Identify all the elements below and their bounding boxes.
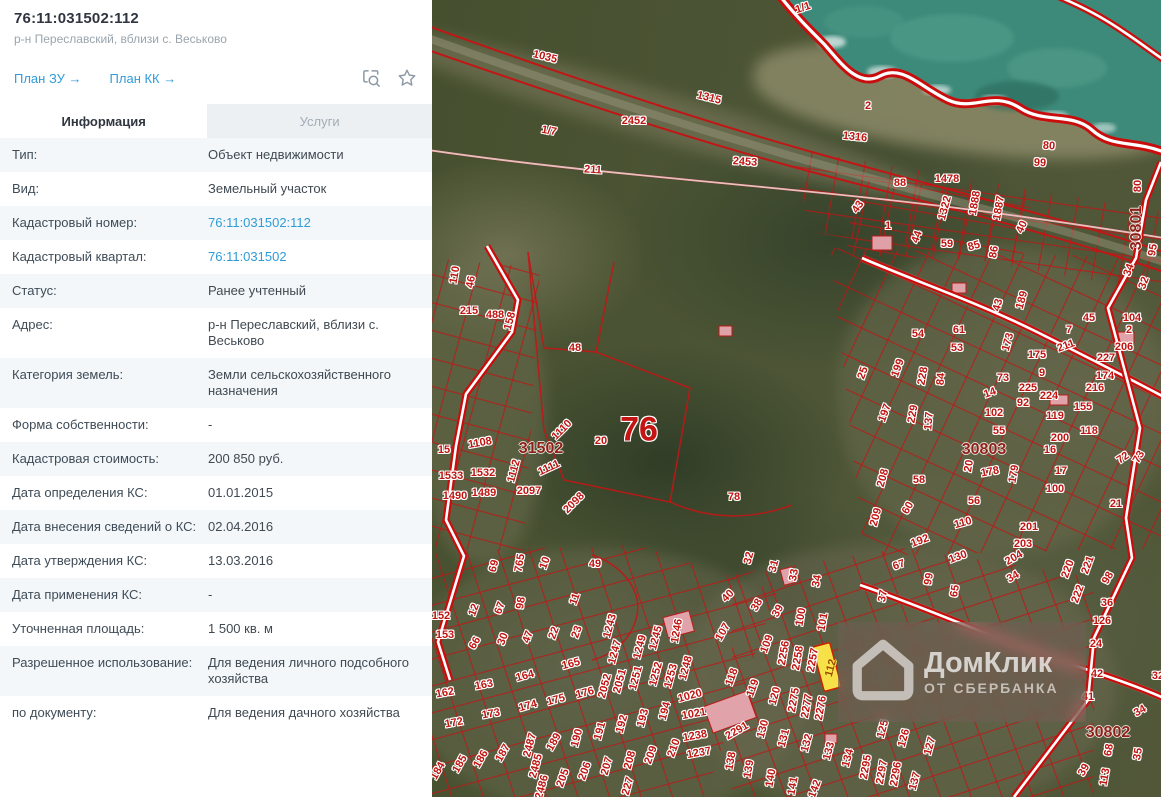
info-row: Кадастровая стоимость: 200 850 руб.	[0, 442, 432, 476]
info-row-label: Форма собственности:	[12, 417, 149, 432]
info-row-label: Тип:	[12, 147, 38, 162]
info-row-label: Категория земель:	[12, 367, 124, 382]
info-row: Тип: Объект недвижимости	[0, 138, 432, 172]
info-row: Дата определения КС: 01.01.2015	[0, 476, 432, 510]
info-row-value-link[interactable]: 76:11:031502	[208, 249, 420, 265]
info-row: Адрес: р-н Переславский, вблизи с. Весько…	[0, 308, 432, 358]
preview-zoom-icon[interactable]	[360, 67, 382, 89]
info-row-value: -	[208, 587, 213, 602]
info-table: Тип: Объект недвижимости Вид: Земельный уча…	[0, 138, 432, 730]
info-row-label: Разрешенное использование:	[12, 655, 193, 670]
info-row-label: Дата применения КС:	[12, 587, 143, 602]
info-row-label: Вид:	[12, 181, 40, 196]
panel-header: 76:11:031502:112 р-н Переславский, вблиз…	[0, 0, 432, 46]
info-row-value: 1 500 кв. м	[208, 621, 273, 636]
info-row: Форма собственности: -	[0, 408, 432, 442]
domclick-logo-icon	[850, 637, 916, 708]
tab-information[interactable]: Информация	[0, 104, 208, 138]
info-row-value: 02.04.2016	[208, 519, 274, 534]
info-row-value: р-н Переславский, вблизи с. Веськово	[208, 317, 379, 348]
info-row-value: Для ведения дачного хозяйства	[208, 705, 400, 720]
info-row-label: Статус:	[12, 283, 57, 298]
info-row: Дата применения КС: -	[0, 578, 432, 612]
info-row-value: Земли сельскохозяйственного назначения	[208, 367, 391, 398]
info-row: Кадастровый квартал: 76:11:031502	[0, 240, 432, 274]
info-row: Дата утверждения КС: 13.03.2016	[0, 544, 432, 578]
plan-zu-link[interactable]: План ЗУ →	[14, 71, 82, 86]
info-row: по документу: Для ведения дачного хозяйст…	[0, 696, 432, 730]
info-row-value: Для ведения личного подсобного хозяйства	[208, 655, 409, 686]
panel-icons	[360, 67, 418, 89]
page-subtitle: р-н Переславский, вблизи с. Веськово	[14, 32, 227, 46]
info-row-label: Кадастровая стоимость:	[12, 451, 159, 466]
info-row-value: -	[208, 417, 213, 432]
info-row-label: Кадастровый квартал:	[12, 249, 147, 264]
info-row-label: Адрес:	[12, 317, 53, 332]
info-panel: 76:11:031502:112 р-н Переславский, вблиз…	[0, 0, 432, 797]
tab-bar: Информация Услуги	[0, 104, 432, 138]
info-row: Статус: Ранее учтенный	[0, 274, 432, 308]
plan-kk-link[interactable]: План КК →	[110, 71, 177, 86]
info-row-value: 200 850 руб.	[208, 451, 284, 466]
info-row-label: Кадастровый номер:	[12, 215, 138, 230]
watermark-text: ДомКлик ОТ СБЕРБАНКА	[924, 648, 1059, 696]
info-row-value-link[interactable]: 76:11:031502:112	[208, 215, 420, 231]
info-row: Разрешенное использование: Для ведения ли…	[0, 646, 432, 696]
info-row-label: Уточненная площадь:	[12, 621, 145, 636]
info-row: Кадастровый номер: 76:11:031502:112	[0, 206, 432, 240]
info-row: Категория земель: Земли сельскохозяйствен…	[0, 358, 432, 408]
plan-links-row: План ЗУ → План КК →	[0, 67, 432, 89]
info-row-label: по документу:	[12, 705, 97, 720]
favorite-star-icon[interactable]	[396, 67, 418, 89]
tab-services[interactable]: Услуги	[207, 104, 432, 138]
domclick-watermark: ДомКлик ОТ СБЕРБАНКА	[838, 622, 1086, 722]
info-row-value: 13.03.2016	[208, 553, 274, 568]
page-title: 76:11:031502:112	[14, 10, 139, 27]
cadastral-app: 76:11:031502:112 р-н Переславский, вблиз…	[0, 0, 1161, 797]
info-row: Вид: Земельный участок	[0, 172, 432, 206]
info-row: Дата внесения сведений о КС: 02.04.2016	[0, 510, 432, 544]
info-row-value: Ранее учтенный	[208, 283, 306, 298]
watermark-brand: ДомКлик	[924, 647, 1053, 679]
info-row-value: Объект недвижимости	[208, 147, 344, 162]
info-row-value: Земельный участок	[208, 181, 327, 196]
info-row-label: Дата внесения сведений о КС:	[12, 519, 197, 534]
watermark-sub: ОТ СБЕРБАНКА	[924, 680, 1059, 696]
info-row-label: Дата утверждения КС:	[12, 553, 148, 568]
map-canvas[interactable]: 1/1 1035 1315 2452 1/7 211 2453 2 1316 80 99 88 1478…	[432, 0, 1161, 797]
info-row: Уточненная площадь: 1 500 кв. м	[0, 612, 432, 646]
info-row-label: Дата определения КС:	[12, 485, 148, 500]
info-row-value: 01.01.2015	[208, 485, 274, 500]
